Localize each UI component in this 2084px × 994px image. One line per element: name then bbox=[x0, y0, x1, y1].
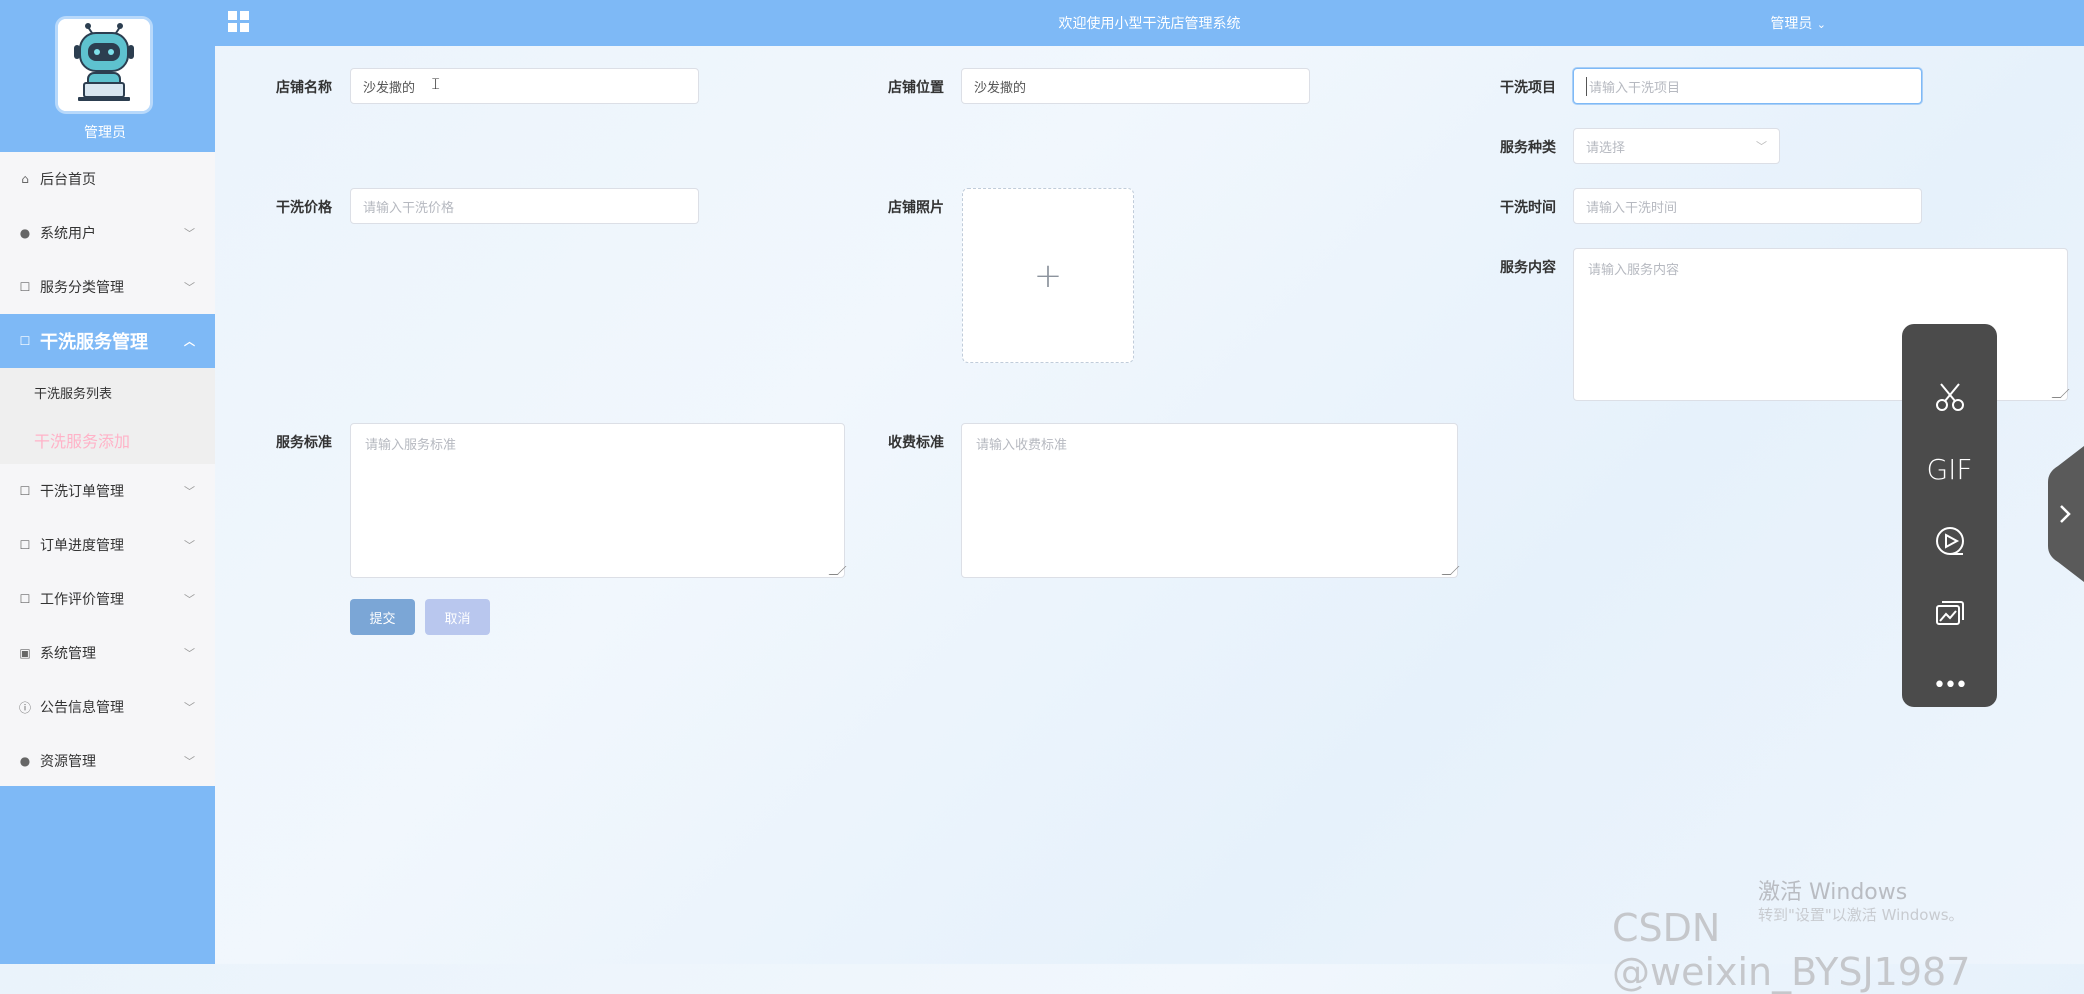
csdn-watermark: CSDN @weixin_BYSJ1987 bbox=[1612, 906, 1971, 994]
sidebar-item-label: 公告信息管理 bbox=[40, 700, 124, 716]
sidebar-item-work-review[interactable]: ☐ 工作评价管理 ﹀ bbox=[0, 572, 215, 626]
sidebar-menu: ⌂ 后台首页 ● 系统用户 ﹀ ☐ 服务分类管理 ﹀ ☐ 干洗服务管理 ︿ 干洗… bbox=[0, 152, 215, 788]
photo-upload-button[interactable]: + bbox=[962, 188, 1134, 363]
sidebar-subitem-label: 干洗服务添加 bbox=[34, 432, 131, 451]
chevron-down-icon: ﹀ bbox=[184, 485, 195, 498]
shop-photo-label: 店铺照片 bbox=[888, 200, 944, 216]
service-standard-textarea[interactable]: 请输入服务标准 bbox=[350, 423, 847, 578]
edit-icon: ☐ bbox=[19, 538, 31, 552]
edit-icon: ☐ bbox=[19, 280, 31, 294]
chevron-down-icon: ﹀ bbox=[184, 281, 195, 294]
robot-avatar-icon bbox=[58, 19, 150, 111]
resize-handle-icon[interactable] bbox=[2051, 389, 2070, 398]
chevron-down-icon: ﹀ bbox=[184, 755, 195, 768]
resize-handle-icon[interactable] bbox=[1441, 566, 1460, 575]
resize-handle-icon[interactable] bbox=[828, 566, 847, 575]
gif-button[interactable]: GIF bbox=[1902, 444, 1997, 494]
chevron-down-icon: ﹀ bbox=[184, 593, 195, 606]
edit-icon: ☐ bbox=[19, 484, 31, 498]
play-circle-icon bbox=[1935, 527, 1964, 555]
chevron-down-icon: ﹀ bbox=[184, 701, 195, 714]
top-header: 欢迎使用小型干洗店管理系统 管理员 ⌄ bbox=[215, 0, 2084, 46]
service-standard-label: 服务标准 bbox=[276, 435, 332, 451]
plus-icon: + bbox=[1033, 255, 1063, 296]
windows-activation-title: 激活 Windows bbox=[1758, 880, 1908, 905]
sidebar-item-announcements[interactable]: ⓘ 公告信息管理 ﹀ bbox=[0, 680, 215, 734]
chevron-down-icon: ﹀ bbox=[184, 227, 195, 240]
info-icon: ⓘ bbox=[18, 700, 31, 715]
sidebar-item-service-category[interactable]: ☐ 服务分类管理 ﹀ bbox=[0, 260, 215, 314]
service-content-label: 服务内容 bbox=[1500, 260, 1556, 276]
home-icon: ⌂ bbox=[21, 172, 29, 186]
user-icon: ● bbox=[19, 226, 31, 240]
service-standard-placeholder: 请输入服务标准 bbox=[365, 438, 457, 453]
dry-price-label: 干洗价格 bbox=[276, 200, 332, 216]
scissors-icon-svg bbox=[1935, 383, 1964, 411]
dry-price-input[interactable]: 请输入干洗价格 bbox=[350, 188, 699, 224]
chevron-down-icon: ﹀ bbox=[184, 647, 195, 660]
cancel-button[interactable]: 取消 bbox=[425, 599, 490, 635]
screenshot-toolbar: GIF ••• bbox=[1902, 324, 1997, 707]
service-type-label: 服务种类 bbox=[1500, 140, 1556, 156]
text-cursor-icon: 𝙸 bbox=[430, 74, 442, 93]
sidebar-footer bbox=[0, 786, 215, 964]
scroll-capture-icon[interactable] bbox=[1902, 588, 1997, 638]
chevron-down-icon: ⌄ bbox=[1816, 18, 1826, 31]
chevron-down-icon: ﹀ bbox=[184, 539, 195, 552]
sidebar-item-resources[interactable]: ● 资源管理 ﹀ bbox=[0, 734, 215, 788]
sidebar-item-home[interactable]: ⌂ 后台首页 bbox=[0, 152, 215, 206]
edit-icon: ☐ bbox=[19, 334, 31, 348]
chevron-down-icon: ﹀ bbox=[1756, 140, 1767, 153]
user-menu[interactable]: 管理员 ⌄ bbox=[1770, 13, 1826, 33]
sidebar-subitem-label: 干洗服务列表 bbox=[34, 386, 113, 402]
sidebar-item-label: 资源管理 bbox=[40, 754, 96, 770]
dry-item-label: 干洗项目 bbox=[1500, 80, 1556, 96]
service-type-select[interactable]: 请选择 ﹀ bbox=[1573, 128, 1780, 164]
sidebar-profile: 管理员 bbox=[0, 0, 215, 152]
sidebar-item-orders[interactable]: ☐ 干洗订单管理 ﹀ bbox=[0, 464, 215, 518]
edit-icon: ☐ bbox=[19, 592, 31, 606]
sidebar-item-label: 后台首页 bbox=[40, 172, 96, 188]
sidebar-item-order-progress[interactable]: ☐ 订单进度管理 ﹀ bbox=[0, 518, 215, 572]
dry-time-input[interactable]: 请输入干洗时间 bbox=[1573, 188, 1922, 224]
image-stack-icon bbox=[1935, 601, 1964, 625]
dry-time-label: 干洗时间 bbox=[1500, 200, 1556, 216]
sidebar-item-label: 干洗服务管理 bbox=[40, 332, 148, 353]
scissors-icon[interactable] bbox=[1902, 372, 1997, 422]
charge-standard-label: 收费标准 bbox=[888, 435, 944, 451]
shop-location-label: 店铺位置 bbox=[888, 80, 944, 96]
sidebar-item-system-manage[interactable]: ▣ 系统管理 ﹀ bbox=[0, 626, 215, 680]
sidebar-subitem-service-list[interactable]: 干洗服务列表 bbox=[0, 368, 215, 416]
sidebar-item-label: 干洗订单管理 bbox=[40, 484, 124, 500]
submit-button[interactable]: 提交 bbox=[350, 599, 415, 635]
service-type-placeholder: 请选择 bbox=[1586, 140, 1626, 156]
sidebar-item-label: 订单进度管理 bbox=[40, 538, 124, 554]
sidebar-item-label: 服务分类管理 bbox=[40, 280, 124, 296]
image-icon: ▣ bbox=[19, 646, 31, 660]
more-icon[interactable]: ••• bbox=[1902, 660, 1997, 710]
sidebar-item-system-users[interactable]: ● 系统用户 ﹀ bbox=[0, 206, 215, 260]
sidebar-item-label: 工作评价管理 bbox=[40, 592, 124, 608]
charge-standard-textarea[interactable]: 请输入收费标准 bbox=[961, 423, 1460, 578]
service-content-placeholder: 请输入服务内容 bbox=[1588, 263, 1680, 278]
sidebar-item-label: 系统用户 bbox=[40, 226, 96, 242]
sidebar-subitem-service-add[interactable]: 干洗服务添加 bbox=[0, 416, 215, 464]
side-expand-tab[interactable] bbox=[2048, 446, 2084, 582]
dry-item-placeholder: 请输入干洗项目 bbox=[1586, 76, 1680, 96]
charge-standard-placeholder: 请输入收费标准 bbox=[976, 438, 1068, 453]
shop-name-label: 店铺名称 bbox=[276, 80, 332, 96]
avatar bbox=[58, 19, 150, 111]
sidebar: 管理员 ⌂ 后台首页 ● 系统用户 ﹀ ☐ 服务分类管理 ﹀ ☐ 干洗服务管理 … bbox=[0, 0, 215, 964]
chevron-up-icon: ︿ bbox=[184, 335, 195, 348]
record-video-icon[interactable] bbox=[1902, 516, 1997, 566]
user-menu-label: 管理员 bbox=[1770, 16, 1813, 32]
sidebar-item-dry-service[interactable]: ☐ 干洗服务管理 ︿ bbox=[0, 314, 215, 368]
bulb-icon: ● bbox=[19, 754, 31, 768]
dry-item-input[interactable]: 请输入干洗项目 bbox=[1573, 68, 1922, 104]
shop-location-input[interactable]: 沙发撒的 bbox=[961, 68, 1310, 104]
shop-name-input[interactable]: 沙发撒的 bbox=[350, 68, 699, 104]
sidebar-item-label: 系统管理 bbox=[40, 646, 96, 662]
admin-label: 管理员 bbox=[84, 125, 126, 141]
